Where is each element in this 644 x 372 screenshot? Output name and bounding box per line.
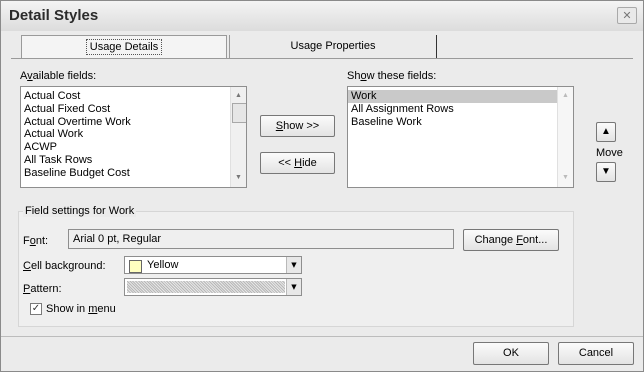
list-item[interactable]: All Assignment Rows — [348, 103, 573, 116]
available-fields-label: Available fields: — [20, 70, 97, 82]
tab-panel-border — [11, 58, 633, 59]
available-fields-scrollbar[interactable]: ▲ ▼ — [230, 87, 246, 187]
checkmark-icon: ✓ — [31, 303, 41, 314]
list-item[interactable]: Actual Fixed Cost — [21, 103, 246, 116]
cell-background-select[interactable]: Yellow ▼ — [124, 256, 302, 274]
hide-button[interactable]: << Hide — [260, 152, 335, 174]
move-up-button[interactable]: ▲ — [596, 122, 616, 142]
font-value-field: Arial 0 pt, Regular — [68, 229, 454, 249]
change-font-button[interactable]: Change Font... — [463, 229, 559, 251]
show-in-menu-checkbox[interactable]: ✓ — [30, 303, 42, 315]
font-label: Font: — [23, 235, 49, 247]
color-swatch — [129, 260, 142, 273]
tab-usage-properties[interactable]: Usage Properties — [229, 35, 437, 59]
arrow-up-icon: ▲ — [601, 126, 611, 137]
list-item[interactable]: Actual Overtime Work — [21, 116, 246, 129]
tab-usage-details[interactable]: Usage Details — [21, 35, 227, 59]
list-item[interactable]: Baseline Budget Cost — [21, 167, 246, 180]
arrow-down-icon: ▼ — [601, 166, 611, 177]
show-fields-label: Show these fields: — [347, 70, 437, 82]
scroll-down-icon[interactable]: ▼ — [231, 171, 246, 185]
scroll-up-icon[interactable]: ▲ — [558, 89, 573, 103]
dialog-title: Detail Styles — [9, 7, 99, 24]
detail-styles-dialog: Detail Styles ✕ Usage Details Usage Prop… — [0, 0, 644, 372]
list-item-selected[interactable]: Work — [348, 90, 573, 103]
pattern-preview — [127, 281, 285, 293]
chevron-down-icon[interactable]: ▼ — [286, 279, 301, 295]
scroll-up-icon[interactable]: ▲ — [231, 89, 246, 103]
ok-button[interactable]: OK — [473, 342, 549, 365]
list-item[interactable]: Actual Work — [21, 128, 246, 141]
show-fields-list[interactable]: Work All Assignment Rows Baseline Work ▲… — [347, 86, 574, 188]
move-label: Move — [596, 147, 623, 159]
chevron-down-icon[interactable]: ▼ — [286, 257, 301, 273]
show-button[interactable]: Show >> — [260, 115, 335, 137]
list-item[interactable]: All Task Rows — [21, 154, 246, 167]
cell-background-value: Yellow — [147, 259, 179, 271]
tab-usage-properties-label: Usage Properties — [290, 40, 376, 52]
scroll-thumb[interactable] — [232, 103, 246, 123]
show-in-menu-label: Show in menu — [46, 303, 116, 315]
footer-separator — [1, 336, 643, 337]
list-item[interactable]: Actual Cost — [21, 90, 246, 103]
tab-usage-details-label: Usage Details — [85, 39, 163, 55]
show-fields-scrollbar[interactable]: ▲ ▼ — [557, 87, 573, 187]
scroll-down-icon[interactable]: ▼ — [558, 171, 573, 185]
list-item[interactable]: ACWP — [21, 141, 246, 154]
move-down-button[interactable]: ▼ — [596, 162, 616, 182]
close-button[interactable]: ✕ — [617, 7, 637, 24]
cancel-button[interactable]: Cancel — [558, 342, 634, 365]
title-bar[interactable]: Detail Styles ✕ — [1, 1, 643, 31]
list-item[interactable]: Baseline Work — [348, 116, 573, 129]
pattern-select[interactable]: ▼ — [124, 278, 302, 296]
cell-background-label: Cell background: — [23, 260, 106, 272]
pattern-label: Pattern: — [23, 283, 62, 295]
field-settings-heading: Field settings for Work — [23, 205, 137, 217]
available-fields-list[interactable]: Actual Cost Actual Fixed Cost Actual Ove… — [20, 86, 247, 188]
